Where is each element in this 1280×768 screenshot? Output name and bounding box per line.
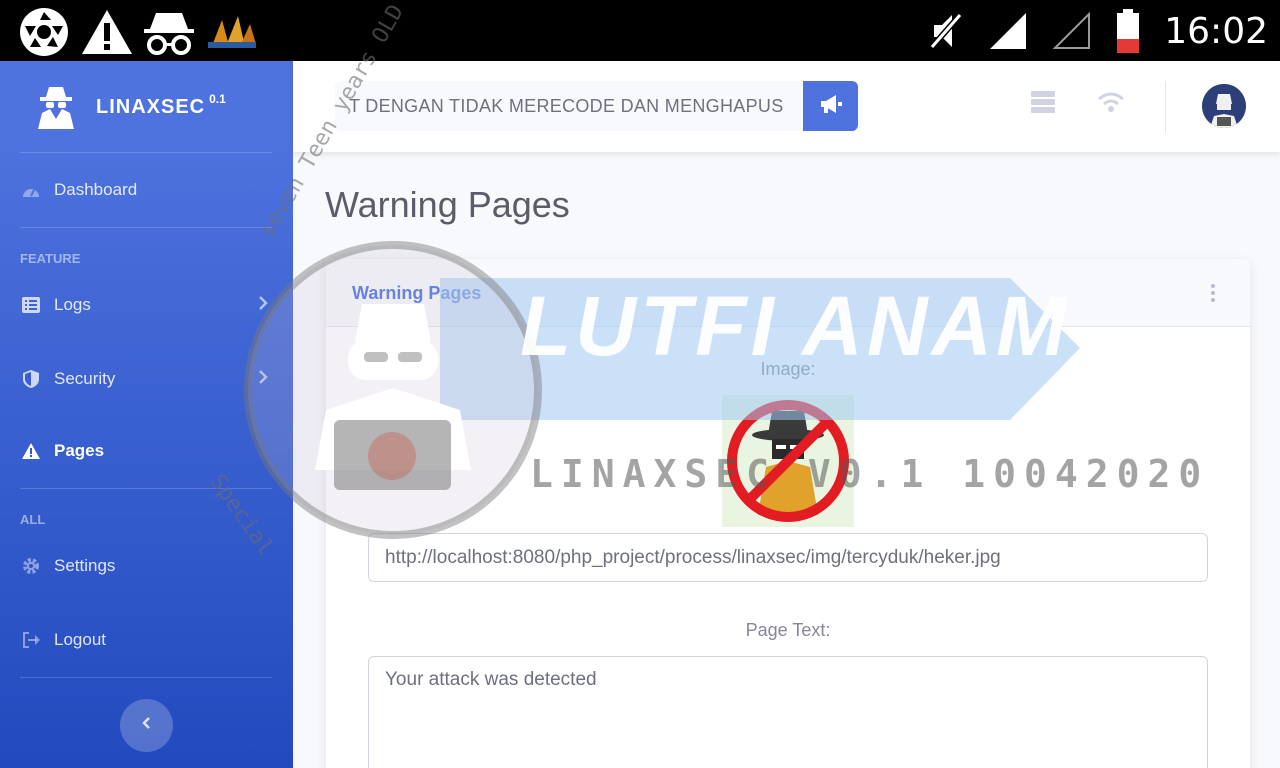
sidebar-item-settings[interactable]: Settings [20, 546, 280, 586]
clock: 16:02 [1164, 10, 1268, 52]
search-form [335, 81, 859, 133]
sidebar-item-security[interactable]: Security [20, 359, 280, 399]
sidebar-item-label: Pages [54, 441, 105, 460]
sidebar-item-label: Logout [54, 630, 106, 649]
page-title: Warning Pages [325, 184, 570, 225]
sign-out-icon [20, 632, 42, 648]
sidebar-item-pages[interactable]: Pages [20, 431, 280, 471]
sidebar: LINAXSEC 0.1 Dashboard FEATURE Logs Secur… [0, 61, 293, 768]
shield-icon [20, 369, 42, 389]
app-badge-icon [208, 16, 256, 48]
sidebar-item-logs[interactable]: Logs [20, 285, 280, 325]
wifi-icon[interactable] [1097, 91, 1125, 118]
sidebar-item-dashboard[interactable]: Dashboard [20, 170, 280, 210]
sidebar-item-label: Logs [54, 295, 91, 314]
sidebar-heading-all: ALL [20, 512, 46, 527]
card-title: Warning Pages [352, 283, 482, 303]
shutter-icon [20, 8, 68, 56]
sidebar-item-label: Settings [54, 556, 116, 575]
chevron-right-icon [258, 369, 268, 390]
chevron-left-icon [141, 716, 152, 735]
sidebar-item-label: Dashboard [54, 180, 138, 199]
sidebar-divider [20, 152, 272, 153]
warning-icon [20, 442, 42, 460]
more-vertical-icon[interactable] [1210, 283, 1216, 308]
warning-icon [82, 10, 132, 54]
brand[interactable]: LINAXSEC 0.1 [36, 83, 226, 131]
battery-low-icon [1117, 9, 1140, 53]
sidebar-divider [20, 488, 272, 489]
page-text-label: Page Text: [745, 620, 831, 640]
status-bar: 16:02 [0, 0, 1280, 61]
image-url-field[interactable] [368, 533, 1208, 582]
tachometer-icon [20, 182, 42, 198]
signal-full-icon [990, 13, 1027, 49]
signal-empty-icon [1052, 11, 1091, 49]
sidebar-divider [20, 677, 272, 678]
image-label: Image: [760, 359, 816, 379]
warning-image [722, 395, 854, 527]
card-header: Warning Pages [326, 259, 1250, 327]
brand-name: LINAXSEC [96, 95, 206, 118]
sidebar-item-logout[interactable]: Logout [20, 620, 280, 660]
chevron-right-icon [258, 295, 268, 316]
search-input[interactable] [335, 81, 803, 131]
incognito-icon [144, 13, 194, 55]
topbar [293, 61, 1280, 152]
sidebar-divider [20, 227, 272, 228]
mute-icon [929, 13, 963, 49]
search-button[interactable] [803, 81, 858, 131]
sidebar-toggle-button[interactable] [120, 699, 173, 752]
brand-version: 0.1 [209, 91, 226, 106]
sidebar-item-label: Security [54, 369, 116, 388]
sidebar-heading-feature: FEATURE [20, 251, 81, 266]
megaphone-icon [819, 94, 843, 119]
server-icon[interactable] [1031, 91, 1055, 118]
avatar[interactable] [1202, 84, 1246, 128]
gear-icon [20, 557, 42, 575]
list-icon [20, 297, 42, 313]
page-text-field[interactable]: Your attack was detected [368, 656, 1208, 768]
hacker-logo-icon [38, 87, 74, 129]
warning-pages-card: Warning Pages Image: Page Text: Your att… [326, 259, 1250, 768]
topbar-divider [1165, 81, 1166, 133]
